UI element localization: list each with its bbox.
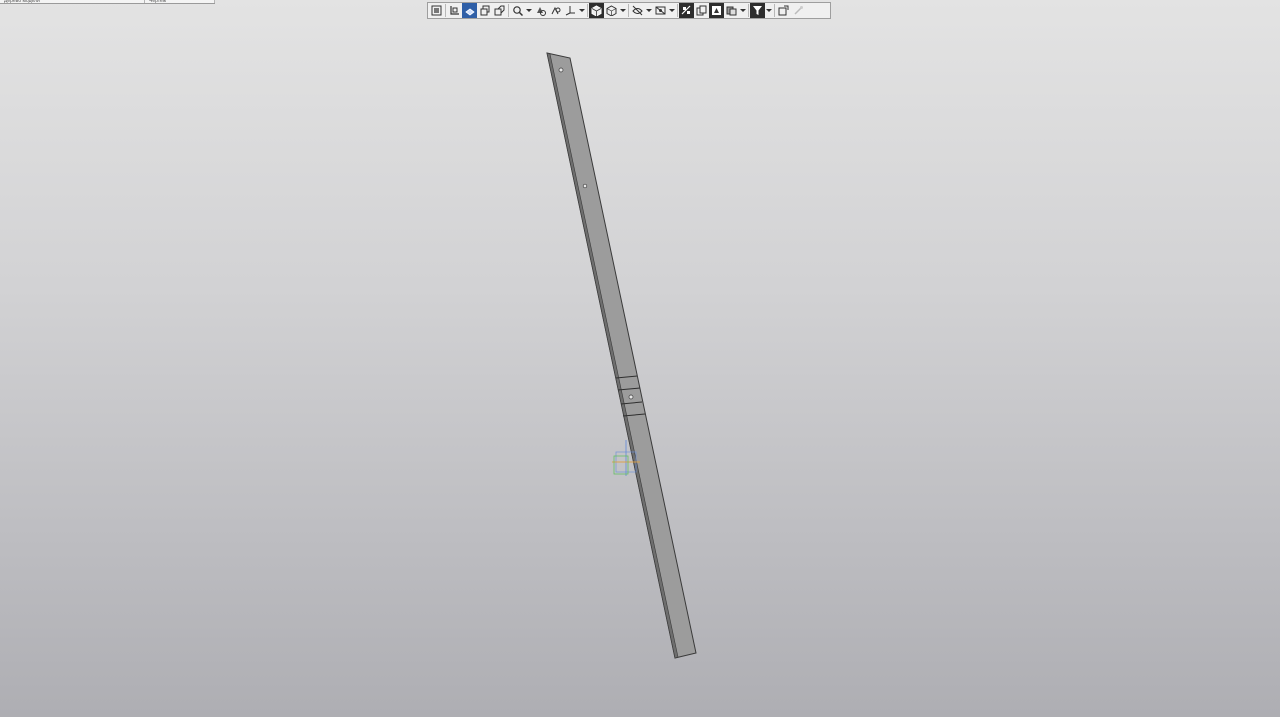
3d-viewport[interactable]: Дерево модели Чертеж <box>0 0 1280 717</box>
model-scene <box>546 52 697 659</box>
hole-upper <box>582 183 588 189</box>
hole-middle <box>628 394 634 400</box>
strip-side-edge <box>546 52 679 659</box>
hole-top <box>558 67 564 73</box>
steel-strip-part[interactable] <box>546 52 697 659</box>
